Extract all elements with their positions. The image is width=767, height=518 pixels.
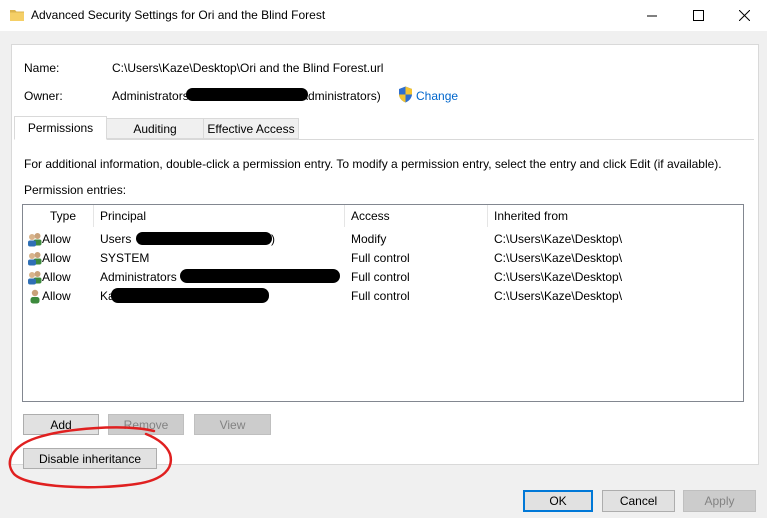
table-row[interactable]: Allow SYSTEM Full control C:\Users\Kaze\… (23, 249, 741, 268)
owner-suffix: Administrators) (300, 89, 381, 103)
single-user-icon (30, 289, 40, 304)
group-user-icon (28, 233, 42, 247)
title-bar[interactable]: Advanced Security Settings for Ori and t… (0, 0, 767, 31)
minimize-icon (647, 15, 657, 16)
row-access: Full control (351, 270, 410, 284)
owner-label: Owner: (24, 89, 63, 103)
add-button[interactable]: Add (23, 414, 99, 435)
tab-permissions[interactable]: Permissions (14, 116, 107, 140)
principal-redaction (180, 269, 340, 283)
group-user-icon (28, 271, 42, 285)
row-access: Modify (351, 232, 387, 246)
row-type: Allow (42, 251, 71, 265)
tab-label: Auditing (133, 121, 177, 136)
minimize-button[interactable] (629, 0, 675, 31)
column-header-principal[interactable]: Principal (100, 205, 146, 227)
row-inherited: C:\Users\Kaze\Desktop\ (494, 251, 623, 265)
row-principal-suffix: ) (271, 232, 275, 246)
column-header-inherited-from[interactable]: Inherited from (494, 205, 568, 227)
table-row[interactable]: Allow Users ) Modify C:\Users\Kaze\Deskt… (23, 230, 741, 249)
row-principal: Administrators (100, 270, 177, 284)
remove-button[interactable]: Remove (108, 414, 184, 435)
principal-redaction (136, 232, 272, 245)
name-value: C:\Users\Kaze\Desktop\Ori and the Blind … (112, 61, 384, 75)
owner-redaction (186, 88, 308, 101)
change-owner-link[interactable]: Change (416, 89, 458, 103)
name-label: Name: (24, 61, 60, 75)
table-row[interactable]: Allow Ka Full control C:\Users\Kaze\Desk… (23, 287, 741, 306)
row-principal: Users (100, 232, 132, 246)
folder-icon (10, 10, 24, 21)
cancel-button[interactable]: Cancel (602, 490, 675, 512)
row-type: Allow (42, 232, 71, 246)
disable-inheritance-button[interactable]: Disable inheritance (23, 448, 157, 469)
window-title: Advanced Security Settings for Ori and t… (31, 8, 326, 22)
permission-entries-label: Permission entries: (24, 183, 127, 197)
row-type: Allow (42, 270, 71, 284)
close-icon (738, 10, 750, 21)
info-text: For additional information, double-click… (24, 157, 722, 171)
group-user-icon (28, 252, 42, 266)
tab-label: Permissions (27, 121, 94, 135)
column-divider[interactable] (487, 205, 488, 227)
row-inherited: C:\Users\Kaze\Desktop\ (494, 289, 623, 303)
column-header-type[interactable]: Type (50, 205, 76, 227)
maximize-button[interactable] (675, 0, 721, 31)
row-principal: SYSTEM (100, 251, 150, 265)
row-principal-suffix: ... (325, 270, 336, 284)
row-inherited: C:\Users\Kaze\Desktop\ (494, 232, 623, 246)
row-access: Full control (351, 289, 410, 303)
row-access: Full control (351, 251, 410, 265)
ok-button[interactable]: OK (523, 490, 593, 512)
tab-auditing[interactable]: Auditing (106, 118, 204, 139)
view-button[interactable]: View (194, 414, 271, 435)
close-button[interactable] (721, 0, 767, 31)
column-divider[interactable] (344, 205, 345, 227)
tab-label: Effective Access (207, 121, 295, 136)
maximize-icon (692, 10, 704, 21)
apply-button[interactable]: Apply (683, 490, 756, 512)
principal-redaction (111, 288, 269, 303)
uac-shield-icon (399, 86, 412, 103)
row-type: Allow (42, 289, 71, 303)
column-divider[interactable] (93, 205, 94, 227)
row-inherited: C:\Users\Kaze\Desktop\ (494, 270, 623, 284)
column-header-access[interactable]: Access (351, 205, 390, 227)
tab-effective-access[interactable]: Effective Access (203, 118, 299, 139)
owner-prefix: Administrators (112, 89, 189, 103)
table-row[interactable]: Allow Administrators ... Full control C:… (23, 268, 741, 287)
